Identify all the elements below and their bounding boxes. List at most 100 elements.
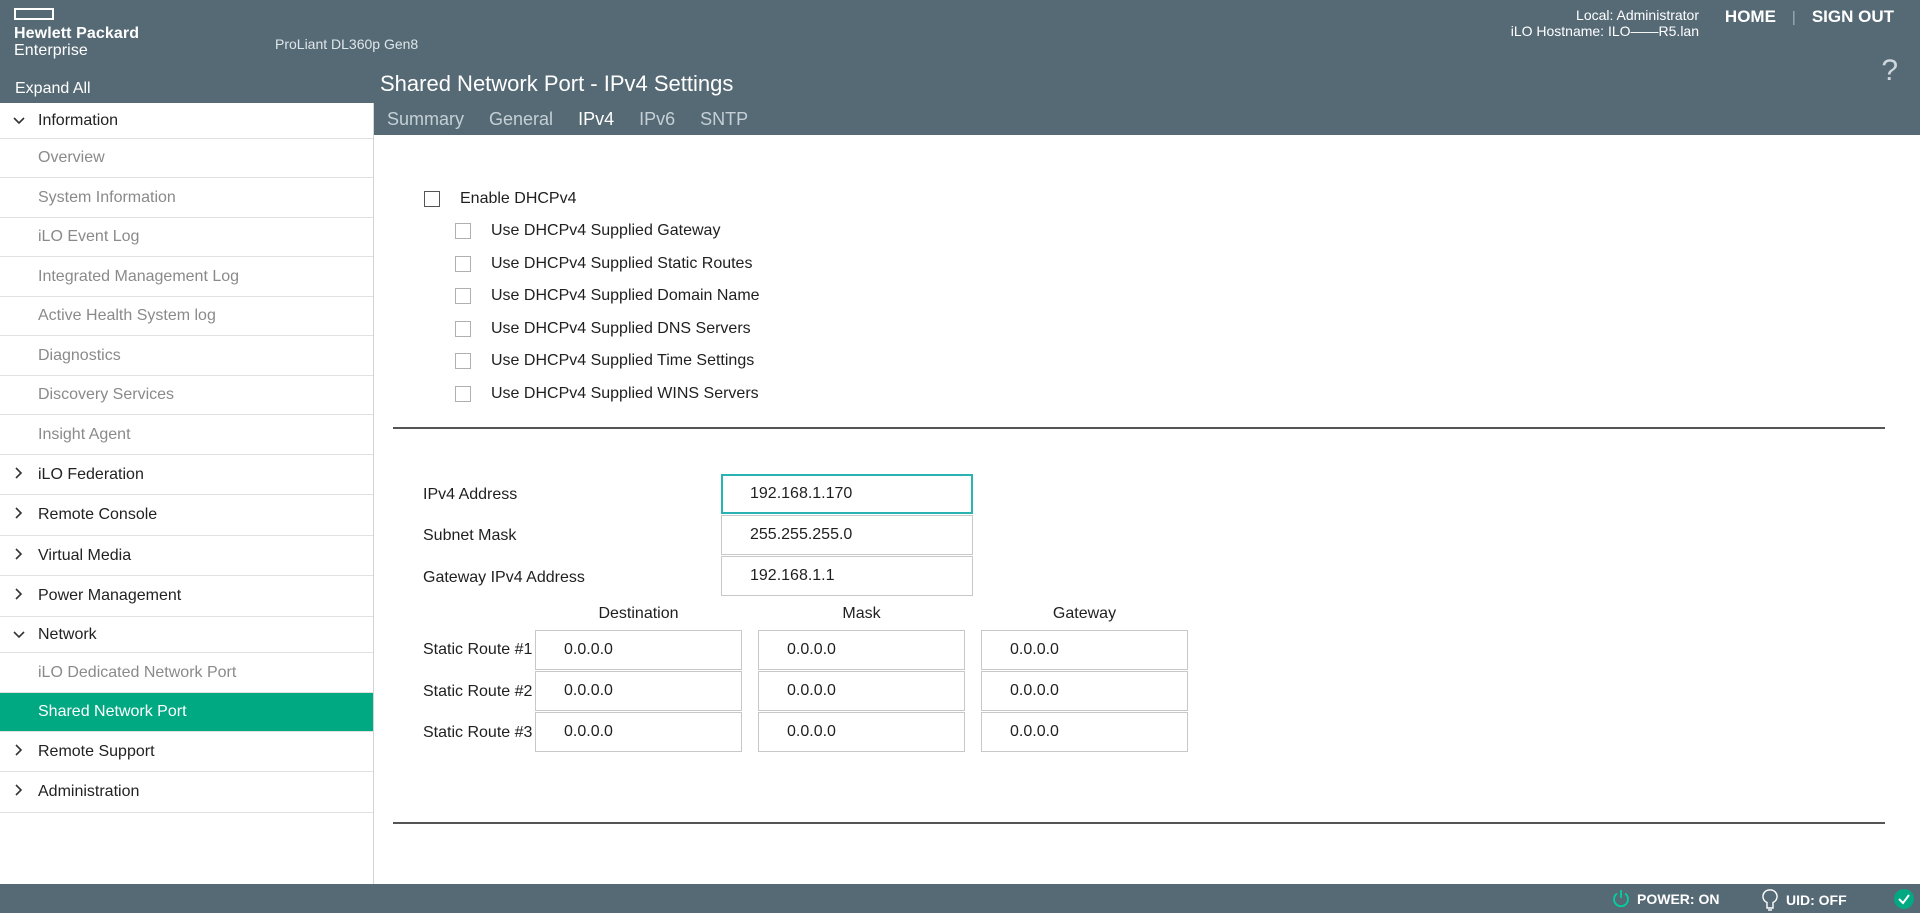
dhcp-gateway-row[interactable]: Use DHCPv4 Supplied Gateway [455,222,720,240]
server-model: ProLiant DL360p Gen8 [275,36,419,52]
home-link[interactable]: HOME [1725,7,1776,27]
sign-out-link[interactable]: SIGN OUT [1812,7,1894,27]
dhcp-wins-servers-row[interactable]: Use DHCPv4 Supplied WINS Servers [455,385,759,403]
dhcp-wins-servers-label: Use DHCPv4 Supplied WINS Servers [491,385,759,402]
health-ok-icon[interactable] [1894,889,1914,909]
sidebar-item-ilo-federation[interactable]: iLO Federation [0,455,373,495]
sidebar-item-remote-support[interactable]: Remote Support [0,732,373,772]
sidebar-item-information[interactable]: Information [0,103,373,139]
tab-ipv6[interactable]: IPv6 [639,109,675,130]
dhcp-static-routes-checkbox[interactable] [455,256,471,272]
static-route-3-label: Static Route #3 [423,724,533,741]
page-title: Shared Network Port - IPv4 Settings [380,71,734,96]
main-content: Enable DHCPv4 Use DHCPv4 Supplied Gatewa… [374,135,1920,884]
sidebar-item-discovery-services[interactable]: Discovery Services [0,376,373,415]
tab-sntp[interactable]: SNTP [700,109,748,130]
dhcp-gateway-checkbox[interactable] [455,223,471,239]
sidebar-item-label: Network [38,625,97,643]
static-route-1-mask[interactable]: 0.0.0.0 [758,630,965,670]
static-route-2-destination[interactable]: 0.0.0.0 [535,671,742,711]
sidebar-item-label: Integrated Management Log [38,267,240,285]
hpe-logo[interactable]: Hewlett Packard Enterprise [14,8,139,59]
dhcp-time-settings-row[interactable]: Use DHCPv4 Supplied Time Settings [455,352,754,370]
power-status[interactable]: POWER: ON [1611,889,1719,909]
static-route-2-mask[interactable]: 0.0.0.0 [758,671,965,711]
sidebar-item-virtual-media[interactable]: Virtual Media [0,536,373,576]
dhcp-static-routes-row[interactable]: Use DHCPv4 Supplied Static Routes [455,255,752,273]
sidebar-item-label: Virtual Media [38,546,132,564]
dhcp-domain-name-checkbox[interactable] [455,288,471,304]
sidebar-item-network[interactable]: Network [0,617,373,653]
enable-dhcpv4-checkbox[interactable] [424,191,440,207]
sidebar-item-label: Discovery Services [38,386,175,403]
static-route-2-gateway[interactable]: 0.0.0.0 [981,671,1188,711]
power-status-label: POWER: ON [1637,891,1720,907]
uid-status[interactable]: UID: OFF [1762,889,1847,911]
mask-column-header: Mask [842,605,881,622]
ilo-hostname: iLO Hostname: ILO——R5.lan [1510,23,1699,39]
dhcp-wins-servers-checkbox[interactable] [455,386,471,402]
sidebar-item-system-information[interactable]: System Information [0,178,373,218]
static-route-3-mask[interactable]: 0.0.0.0 [758,712,965,752]
sidebar-item-label: iLO Dedicated Network Port [38,663,237,681]
sidebar-item-overview[interactable]: Overview [0,139,373,178]
uid-status-label: UID: OFF [1786,892,1847,908]
sidebar-item-insight-agent[interactable]: Insight Agent [0,415,373,455]
sidebar-item-remote-console[interactable]: Remote Console [0,495,373,536]
sidebar-item-integrated-management-log[interactable]: Integrated Management Log [0,257,373,297]
dhcp-domain-name-row[interactable]: Use DHCPv4 Supplied Domain Name [455,287,760,305]
sidebar-item-label: Administration [38,783,140,800]
tab-summary[interactable]: Summary [387,109,464,130]
static-route-3-destination[interactable]: 0.0.0.0 [535,712,742,752]
sidebar-item-ilo-event-log[interactable]: iLO Event Log [0,218,373,257]
section-divider [393,427,1885,429]
uid-light-icon [1762,889,1778,911]
sidebar-item-label: Remote Support [38,742,155,760]
help-icon[interactable]: ? [1881,54,1898,88]
dhcp-dns-servers-row[interactable]: Use DHCPv4 Supplied DNS Servers [455,320,751,338]
subnet-mask-label: Subnet Mask [423,527,517,544]
dhcp-dns-servers-label: Use DHCPv4 Supplied DNS Servers [491,320,751,337]
chevron-right-icon [0,466,38,484]
tab-ipv4[interactable]: IPv4 [578,109,614,130]
sidebar-item-label: Power Management [38,587,182,604]
top-links: HOME | SIGN OUT [1725,7,1894,27]
gateway-ipv4-label: Gateway IPv4 Address [423,569,585,586]
sidebar-item-label: iLO Federation [38,465,144,483]
sidebar-item-power-management[interactable]: Power Management [0,576,373,617]
sidebar-item-ilo-dedicated-network-port[interactable]: iLO Dedicated Network Port [0,653,373,693]
sidebar-item-label: Information [38,111,119,129]
static-route-2-label: Static Route #2 [423,683,533,700]
chevron-down-icon [0,626,38,644]
expand-all-link[interactable]: Expand All [15,80,91,98]
sidebar-item-active-health-system-log[interactable]: Active Health System log [0,297,373,336]
sidebar-item-label: Insight Agent [38,425,131,443]
sidebar-item-administration[interactable]: Administration [0,772,373,813]
hpe-logo-text: Hewlett Packard Enterprise [14,25,139,59]
sidebar-item-label: Active Health System log [38,307,216,324]
status-bar: POWER: ON UID: OFF [0,884,1920,913]
chevron-right-icon [0,506,38,524]
tab-bar: Summary General IPv4 IPv6 SNTP [387,109,748,130]
chevron-down-icon [0,112,38,130]
ipv4-address-label: IPv4 Address [423,486,518,503]
logged-in-user: Local: Administrator [1576,7,1699,23]
dhcp-time-settings-checkbox[interactable] [455,353,471,369]
dhcp-domain-name-label: Use DHCPv4 Supplied Domain Name [491,287,760,304]
chevron-right-icon [0,743,38,761]
static-route-1-gateway[interactable]: 0.0.0.0 [981,630,1188,670]
ipv4-address-input[interactable]: 192.168.1.170 [721,474,973,514]
sidebar-item-shared-network-port[interactable]: Shared Network Port [0,693,373,732]
dhcp-dns-servers-checkbox[interactable] [455,321,471,337]
enable-dhcpv4-row[interactable]: Enable DHCPv4 [424,190,577,208]
link-separator: | [1791,8,1796,26]
chevron-right-icon [0,547,38,565]
static-route-1-destination[interactable]: 0.0.0.0 [535,630,742,670]
subnet-mask-input[interactable]: 255.255.255.0 [721,515,973,555]
tab-general[interactable]: General [489,109,553,130]
sidebar-item-diagnostics[interactable]: Diagnostics [0,336,373,376]
power-icon [1613,890,1629,908]
dhcp-static-routes-label: Use DHCPv4 Supplied Static Routes [491,255,753,272]
gateway-ipv4-input[interactable]: 192.168.1.1 [721,556,973,596]
static-route-3-gateway[interactable]: 0.0.0.0 [981,712,1188,752]
